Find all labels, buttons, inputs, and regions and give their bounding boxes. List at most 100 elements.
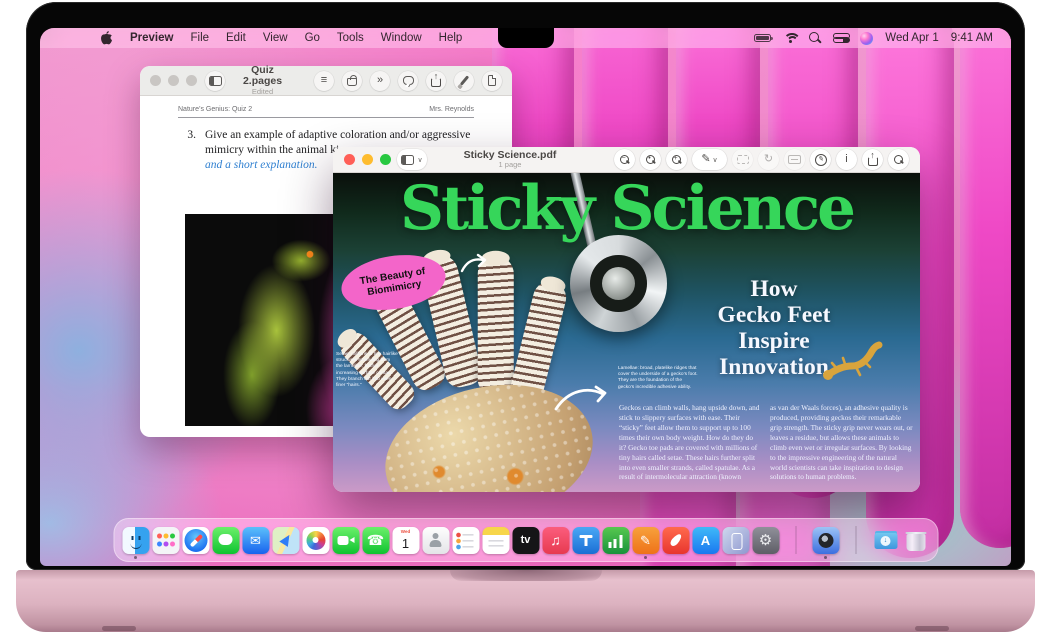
battery-icon[interactable] [754, 34, 771, 43]
more-toolbar-items-icon[interactable]: » [370, 71, 390, 91]
control-center-icon[interactable] [833, 33, 848, 43]
wifi-icon[interactable] [783, 33, 797, 44]
trash-dock-icon[interactable] [902, 527, 929, 554]
lamellae-caption: Lamellae: broad, platelike ridges that c… [618, 366, 698, 391]
body-column-2: as van der Waals forces), an adhesive qu… [770, 403, 913, 482]
menu-bar-status: Wed Apr 1 9:41 AM [754, 32, 993, 45]
pdf-page[interactable]: Sticky Science The Beauty of Biomimicry [333, 173, 920, 492]
dock-item [421, 524, 450, 556]
gecko-illustration [820, 339, 884, 385]
apple-tv-dock-icon[interactable]: tv [512, 527, 539, 554]
menu-bar-date[interactable]: Wed Apr 1 [885, 32, 939, 44]
menu-go[interactable]: Go [305, 32, 320, 44]
question-number: 3. [180, 128, 196, 173]
menu-view[interactable]: View [263, 32, 288, 44]
preview-toolbar: −•+✎↻✎i [614, 149, 909, 170]
dock-item: A [691, 524, 720, 556]
menu-help[interactable]: Help [439, 32, 463, 44]
wallpaper-blob [960, 28, 1011, 548]
downloads-dock-icon[interactable] [872, 527, 899, 554]
rocket-app-dock-icon[interactable] [662, 527, 689, 554]
dock-item [271, 524, 300, 556]
photos-dock-icon[interactable] [302, 527, 329, 554]
page-count: 1 page [451, 161, 569, 169]
share-icon[interactable] [426, 71, 446, 91]
zoom-button[interactable] [186, 75, 197, 86]
calendar-dock-icon[interactable]: 1 [392, 527, 419, 554]
system-settings-dock-icon[interactable]: ⚙ [752, 527, 779, 554]
dock-divider[interactable] [855, 526, 856, 554]
safari-dock-icon[interactable] [182, 527, 209, 554]
preview-dock-icon[interactable] [812, 527, 839, 554]
minimize-button[interactable] [362, 154, 373, 165]
menu-preview[interactable]: Preview [130, 32, 173, 44]
dock-item [781, 524, 810, 556]
minimize-button[interactable] [168, 75, 179, 86]
iphone-mirroring-dock-icon[interactable] [722, 527, 749, 554]
keynote-dock-icon[interactable] [572, 527, 599, 554]
document-status: Edited [233, 88, 292, 96]
info-icon[interactable]: i [836, 149, 857, 170]
format-brush-icon[interactable] [454, 71, 474, 91]
header-left: Nature’s Genius: Quiz 2 [178, 106, 252, 113]
apple-icon[interactable] [100, 31, 113, 45]
zoom-actual-size-icon[interactable]: • [640, 149, 661, 170]
zoom-button[interactable] [380, 154, 391, 165]
sidebar-toggle-button[interactable] [205, 71, 225, 91]
menu-tools[interactable]: Tools [337, 32, 364, 44]
app-store-dock-icon[interactable]: A [692, 527, 719, 554]
dock-item [841, 524, 870, 556]
markup-pen-icon[interactable]: ✎ [692, 149, 727, 170]
dock-item: tv [511, 524, 540, 556]
close-button[interactable] [150, 75, 161, 86]
document-header: Nature’s Genius: Quiz 2 Mrs. Reynolds [140, 96, 512, 113]
menu-bar-time[interactable]: 9:41 AM [951, 32, 993, 44]
share-icon[interactable] [862, 149, 883, 170]
selection-icon[interactable] [732, 149, 753, 170]
insert-icon[interactable] [342, 71, 362, 91]
view-options-icon[interactable]: ≡ [314, 71, 334, 91]
numbers-dock-icon[interactable] [602, 527, 629, 554]
close-button[interactable] [344, 154, 355, 165]
search-icon[interactable] [888, 149, 909, 170]
notes-dock-icon[interactable] [482, 527, 509, 554]
rotate-icon[interactable]: ↻ [758, 149, 779, 170]
autofill-icon[interactable]: ✎ [810, 149, 831, 170]
dock-item: ⚙ [751, 524, 780, 556]
contacts-dock-icon[interactable] [422, 527, 449, 554]
phone-dock-icon[interactable]: ☎ [362, 527, 389, 554]
dock-item [331, 524, 360, 556]
dock-item [121, 524, 150, 556]
dock-item [301, 524, 330, 556]
dock-item: ☎ [361, 524, 390, 556]
document-icon[interactable] [482, 71, 502, 91]
mail-dock-icon[interactable]: ✉ [242, 527, 269, 554]
preview-title-bar: ∨ Sticky Science.pdf 1 page −•+✎↻✎i [333, 147, 920, 173]
lid-lift-scoop [450, 570, 602, 581]
menu-file[interactable]: File [190, 32, 209, 44]
zoom-in-icon[interactable]: + [666, 149, 687, 170]
maps-dock-icon[interactable] [272, 527, 299, 554]
menu-items: Preview File Edit View Go Tools Window Help [130, 32, 462, 44]
pdf-body-text: Geckos can climb walls, hang upside down… [619, 403, 913, 482]
preview-window[interactable]: ∨ Sticky Science.pdf 1 page −•+✎↻✎i Stic… [333, 147, 920, 492]
macbook-marketing-shot: Preview File Edit View Go Tools Window Help Wed… [0, 0, 1051, 642]
document-title: Quiz 2.pages [233, 65, 292, 88]
comment-icon[interactable] [398, 71, 418, 91]
search-icon[interactable] [809, 32, 821, 44]
finder-dock-icon[interactable] [122, 527, 149, 554]
pages-dock-icon[interactable]: ✎ [632, 527, 659, 554]
music-dock-icon[interactable]: ♫ [542, 527, 569, 554]
reminders-dock-icon[interactable] [452, 527, 479, 554]
redact-icon[interactable] [784, 149, 805, 170]
menu-window[interactable]: Window [381, 32, 422, 44]
facetime-dock-icon[interactable] [332, 527, 359, 554]
dock-divider[interactable] [795, 526, 796, 554]
messages-dock-icon[interactable] [212, 527, 239, 554]
launchpad-dock-icon[interactable] [152, 527, 179, 554]
dock-item [721, 524, 750, 556]
menu-edit[interactable]: Edit [226, 32, 246, 44]
sidebar-toggle-button[interactable]: ∨ [397, 149, 427, 170]
zoom-out-icon[interactable]: − [614, 149, 635, 170]
siri-icon[interactable] [860, 32, 873, 45]
